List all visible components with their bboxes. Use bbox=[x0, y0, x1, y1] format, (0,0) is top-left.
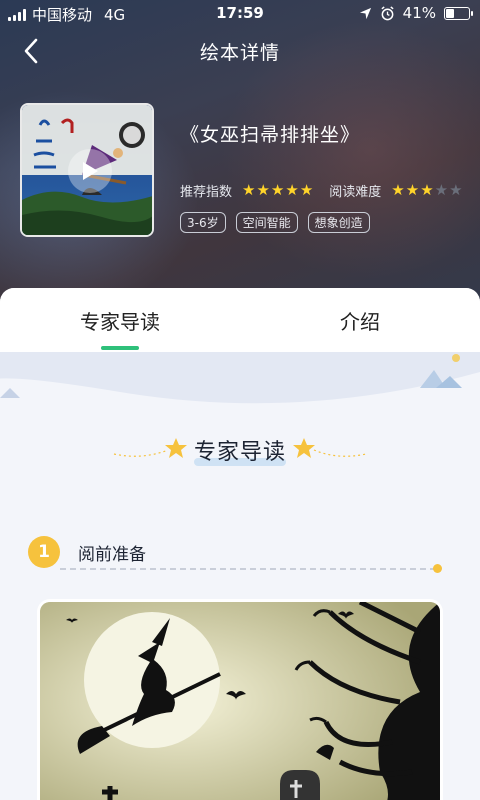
section-title-text: 专家导读 bbox=[193, 440, 286, 465]
section-title: 专家导读 bbox=[186, 434, 294, 466]
recommend-star-icon: ★ bbox=[242, 181, 256, 199]
play-button[interactable] bbox=[68, 149, 112, 193]
section-header: 专家导读 bbox=[0, 434, 480, 466]
difficulty-star-icon: ★ bbox=[391, 181, 405, 199]
content-sheet: 专家导读 介绍 专家导读 1 阅前准备 bbox=[0, 288, 480, 800]
battery-icon bbox=[444, 6, 473, 20]
tag-imagination[interactable]: 想象创造 bbox=[307, 212, 370, 233]
ratings-row: 推荐指数 ★ ★ ★ ★ ★ 阅读难度 ★ ★ ★ ★ ★ bbox=[180, 181, 480, 201]
nav-bar: 绘本详情 bbox=[0, 28, 480, 74]
witch-silhouette-illustration bbox=[40, 602, 440, 800]
recommend-stars: ★ ★ ★ ★ ★ bbox=[242, 183, 313, 198]
book-info: 《女巫扫帚排排坐》 推荐指数 ★ ★ ★ ★ ★ 阅读难度 ★ ★ ★ ★ ★ 3-6岁 空间智… bbox=[180, 120, 480, 233]
recommend-star-icon: ★ bbox=[270, 181, 285, 199]
battery-percent: 41% bbox=[402, 4, 436, 22]
alarm-icon bbox=[381, 5, 394, 20]
page-title: 绘本详情 bbox=[199, 42, 280, 64]
recommend-label: 推荐指数 bbox=[180, 185, 233, 200]
tag-list: 3-6岁 空间智能 想象创造 bbox=[180, 212, 480, 233]
tab-expert-guide[interactable]: 专家导读 bbox=[0, 288, 240, 352]
banner-decoration bbox=[0, 352, 480, 422]
difficulty-label: 阅读难度 bbox=[329, 185, 382, 200]
book-title: 《女巫扫帚排排坐》 bbox=[180, 124, 361, 146]
difficulty-star-icon: ★ bbox=[405, 181, 420, 199]
location-arrow-icon bbox=[359, 7, 371, 19]
recommend-star-icon: ★ bbox=[285, 181, 299, 199]
story-illustration bbox=[40, 602, 440, 800]
difficulty-stars: ★ ★ ★ ★ ★ bbox=[391, 183, 462, 198]
play-icon bbox=[83, 162, 98, 180]
difficulty-star-icon: ★ bbox=[449, 181, 463, 199]
book-cover[interactable] bbox=[20, 103, 154, 237]
tab-introduction[interactable]: 介绍 bbox=[240, 288, 480, 352]
recommend-star-icon: ★ bbox=[299, 181, 314, 199]
step-divider bbox=[60, 568, 436, 570]
step-number-badge: 1 bbox=[28, 536, 60, 568]
tag-age[interactable]: 3-6岁 bbox=[180, 212, 226, 233]
difficulty-star-icon: ★ bbox=[420, 181, 434, 199]
tag-spatial[interactable]: 空间智能 bbox=[235, 212, 298, 233]
recommend-star-icon: ★ bbox=[256, 181, 270, 199]
step-dot bbox=[433, 564, 442, 573]
difficulty-star-icon: ★ bbox=[434, 181, 449, 199]
step-title: 阅前准备 bbox=[78, 545, 146, 565]
status-bar: 中国移动 4G 17:59 41% bbox=[0, 0, 480, 28]
tab-bar: 专家导读 介绍 bbox=[0, 288, 480, 352]
step-header: 1 阅前准备 bbox=[28, 534, 442, 574]
